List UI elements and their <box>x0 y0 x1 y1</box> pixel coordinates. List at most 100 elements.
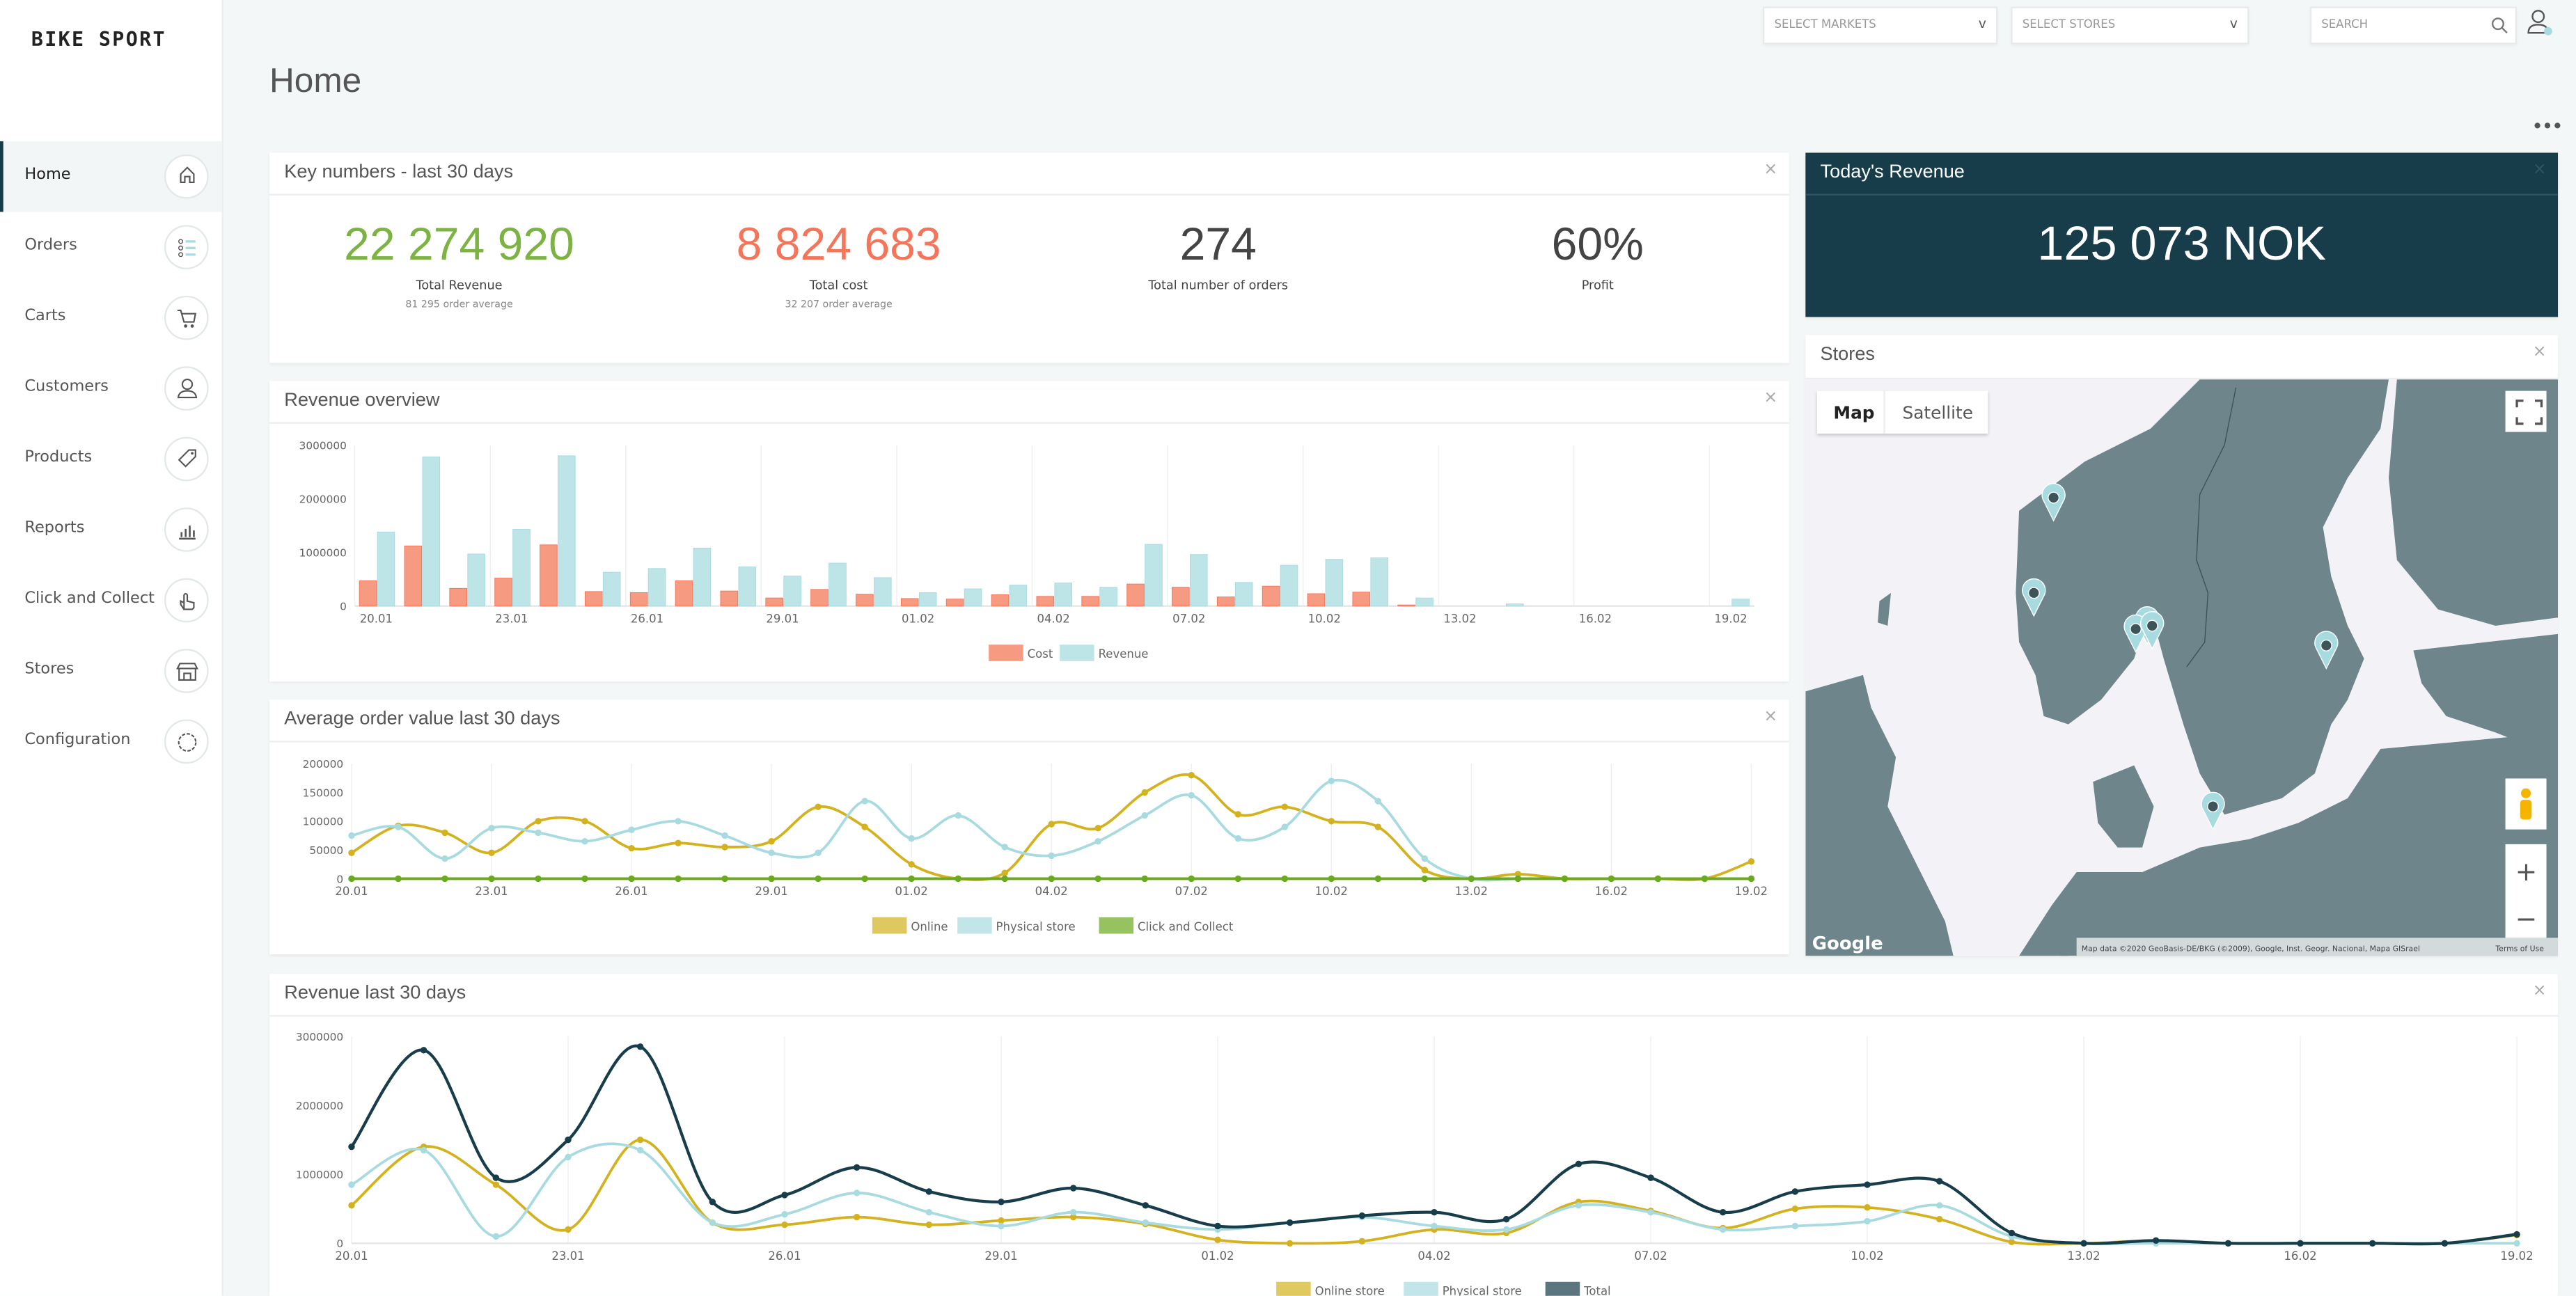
bar-cost <box>1172 587 1190 607</box>
close-icon[interactable]: × <box>2533 161 2547 179</box>
panel-title: Key numbers - last 30 days <box>284 162 514 182</box>
bar-revenue <box>964 588 982 607</box>
data-point <box>2224 1240 2232 1247</box>
key-number-0: 22 274 920 Total Revenue 81 295 order aver… <box>269 219 649 310</box>
bar-cost <box>1036 596 1055 607</box>
legend-item[interactable]: Physical store <box>957 917 1076 934</box>
data-point <box>1281 875 1289 883</box>
bar-revenue <box>1145 544 1163 607</box>
data-point <box>1935 1202 1943 1209</box>
data-point <box>492 1181 500 1188</box>
sidebar-item-orders[interactable]: Orders <box>0 212 222 282</box>
bar-cost <box>856 594 874 607</box>
data-point <box>348 832 355 839</box>
sidebar-item-click-and-collect[interactable]: Click and Collect <box>0 565 222 635</box>
key-number-value: 22 274 920 <box>344 218 574 269</box>
sidebar-item-customers[interactable]: Customers <box>0 353 222 423</box>
data-point <box>998 1222 1005 1230</box>
close-icon[interactable]: × <box>2533 343 2547 361</box>
x-tick-label: 16.02 <box>1579 612 1612 625</box>
fullscreen-button[interactable] <box>2505 390 2547 432</box>
legend-item[interactable]: Total <box>1545 1281 1611 1296</box>
street-view-pegman-icon[interactable] <box>2505 778 2547 830</box>
data-point <box>721 875 728 883</box>
key-numbers-panel: Key numbers - last 30 days × 22 274 920 To… <box>269 152 1789 363</box>
data-point <box>1514 875 1522 883</box>
data-point <box>492 1233 500 1240</box>
bar-cost <box>540 544 558 607</box>
chevron-down-icon: v <box>2229 16 2238 31</box>
data-point <box>441 829 448 837</box>
x-tick-label: 01.02 <box>902 612 934 625</box>
zoom-out-button[interactable]: − <box>2515 903 2538 934</box>
bar-revenue <box>1280 564 1298 607</box>
bar-revenue <box>1099 587 1117 607</box>
data-point <box>1468 875 1475 883</box>
zoom-in-button[interactable]: + <box>2515 856 2538 887</box>
map-attribution: Map data ©2020 GeoBasis-DE/BKG (©2009), … <box>2082 944 2420 953</box>
data-point <box>1001 844 1008 851</box>
data-point <box>636 1043 644 1050</box>
bar-cost <box>675 580 693 607</box>
sidebar-item-configuration[interactable]: Configuration <box>0 706 222 777</box>
data-point <box>420 1146 427 1154</box>
x-tick-label: 13.02 <box>1443 612 1476 625</box>
data-point <box>1048 821 1055 828</box>
data-point <box>998 1199 1005 1206</box>
data-point <box>908 835 915 842</box>
map-button[interactable]: Map <box>1833 403 1874 423</box>
terms-link[interactable]: Terms of Use <box>2495 944 2544 953</box>
x-tick-label: 01.02 <box>895 885 928 898</box>
data-point <box>955 812 961 819</box>
data-point <box>1719 1226 1727 1233</box>
y-tick-label: 50000 <box>309 844 343 857</box>
x-tick-label: 07.02 <box>1172 612 1205 625</box>
x-tick-label: 19.02 <box>1714 612 1747 625</box>
legend-item[interactable]: Online store <box>1276 1281 1385 1296</box>
page-title: Home <box>269 62 362 100</box>
sidebar-item-reports[interactable]: Reports <box>0 494 222 564</box>
bar-revenue <box>783 576 801 607</box>
legend-item[interactable]: Cost <box>989 645 1053 661</box>
data-point <box>955 875 961 883</box>
data-point <box>535 875 542 883</box>
data-point <box>1864 1181 1871 1188</box>
todays-revenue-value: 125 073 NOK <box>2037 218 2327 271</box>
data-point <box>1142 1202 1149 1209</box>
satellite-button[interactable]: Satellite <box>1903 403 1973 423</box>
revenue-last-30-chart: 20.01 23.01 26.01 29.01 01.02 04.02 07.02 10.02… <box>296 1031 2534 1296</box>
sidebar-item-stores[interactable]: Stores <box>0 635 222 706</box>
x-tick-label: 16.02 <box>2284 1249 2316 1263</box>
data-point <box>1234 875 1241 883</box>
search-input[interactable]: SEARCH <box>2309 6 2518 45</box>
data-point <box>420 1047 427 1054</box>
data-point <box>1431 1222 1438 1230</box>
sidebar-item-products[interactable]: Products <box>0 424 222 494</box>
legend-item[interactable]: Revenue <box>1060 645 1148 661</box>
sidebar-item-carts[interactable]: Carts <box>0 283 222 353</box>
user-settings-icon[interactable] <box>2527 8 2553 38</box>
legend-swatch <box>1060 645 1094 661</box>
data-point <box>1654 875 1662 883</box>
y-tick-label: 0 <box>336 873 343 885</box>
bar-revenue <box>1370 557 1389 607</box>
y-tick-label: 1000000 <box>299 547 347 560</box>
sidebar-item-label: Reports <box>24 519 85 537</box>
data-point <box>1575 1202 1582 1209</box>
search-icon[interactable] <box>2490 17 2508 35</box>
select-stores-dropdown[interactable]: SELECT STORES v <box>2011 6 2249 45</box>
legend-item[interactable]: Physical store <box>1404 1281 1522 1296</box>
data-point <box>1188 772 1195 779</box>
x-tick-label: 20.01 <box>335 1249 368 1263</box>
data-point <box>348 1181 355 1188</box>
close-icon[interactable]: × <box>1764 161 1777 179</box>
data-point <box>1286 1240 1294 1247</box>
select-markets-dropdown[interactable]: SELECT MARKETS v <box>1762 6 1998 45</box>
legend-item[interactable]: Click and Collect <box>1099 917 1234 934</box>
more-options-button[interactable]: ••• <box>2531 115 2563 138</box>
sidebar-item-home[interactable]: Home <box>0 141 222 212</box>
legend-item[interactable]: Online <box>872 917 948 934</box>
data-point <box>1142 1219 1149 1226</box>
average-order-value-chart: 20.01 23.01 26.01 29.01 01.02 04.02 07.02 10.02… <box>303 758 1768 934</box>
stores-map[interactable]: Map Satellite + − Google Map data ©2020 … <box>1805 379 2559 956</box>
